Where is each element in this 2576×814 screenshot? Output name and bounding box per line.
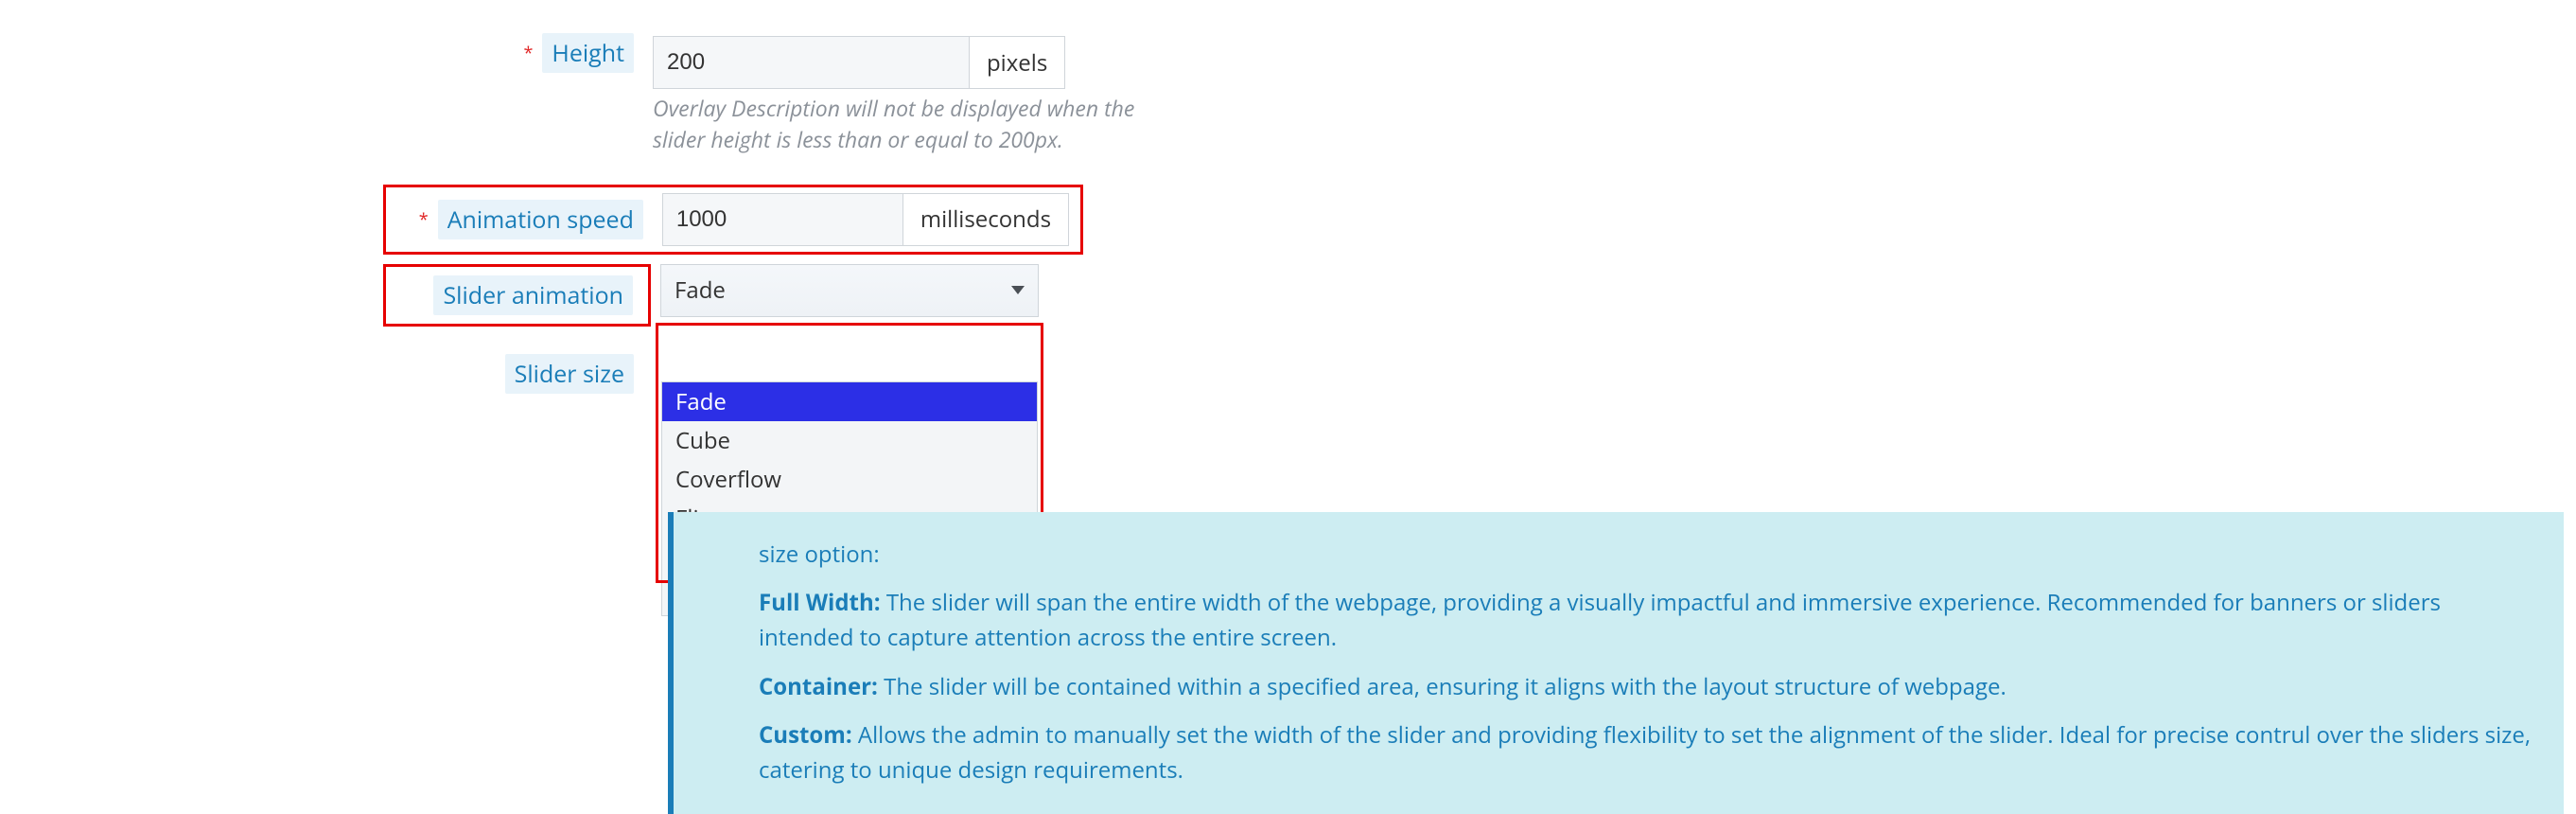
height-input[interactable] (653, 36, 970, 89)
info-intro-suffix: size option: (759, 539, 880, 570)
info-full-width-text: The slider will span the entire width of… (759, 587, 2441, 653)
slider-animation-option[interactable]: Fade (662, 382, 1037, 421)
required-asterisk: * (419, 211, 429, 228)
label-slider-animation: Slider animation (433, 275, 633, 315)
height-unit: pixels (970, 36, 1065, 89)
info-container-label: Container: (759, 671, 878, 702)
height-help-text: Overlay Description will not be displaye… (653, 93, 1164, 156)
slider-animation-option[interactable]: Cube (662, 421, 1037, 460)
animation-speed-highlight: * Animation speed milliseconds (383, 185, 1083, 255)
slider-animation-selected: Fade (675, 274, 726, 306)
required-asterisk: * (523, 44, 533, 62)
slider-animation-select[interactable]: Fade (660, 264, 1039, 317)
info-container-text: The slider will be contained within a sp… (884, 671, 2006, 702)
slider-animation-option[interactable]: Coverflow (662, 460, 1037, 499)
label-slider-size: Slider size (505, 354, 634, 394)
info-custom-text: Allows the admin to manually set the wid… (759, 719, 2531, 786)
label-animation-speed: Animation speed (438, 200, 643, 239)
animation-speed-input[interactable] (662, 193, 903, 246)
label-height: Height (542, 33, 634, 73)
slider-animation-label-highlight: Slider animation (383, 264, 651, 327)
chevron-down-icon (1011, 286, 1025, 294)
info-full-width-label: Full Width: (759, 587, 881, 618)
slider-size-info-panel: size option: Full Width: The slider will… (668, 512, 2564, 814)
animation-speed-unit: milliseconds (903, 193, 1069, 246)
info-custom-label: Custom: (759, 719, 852, 751)
